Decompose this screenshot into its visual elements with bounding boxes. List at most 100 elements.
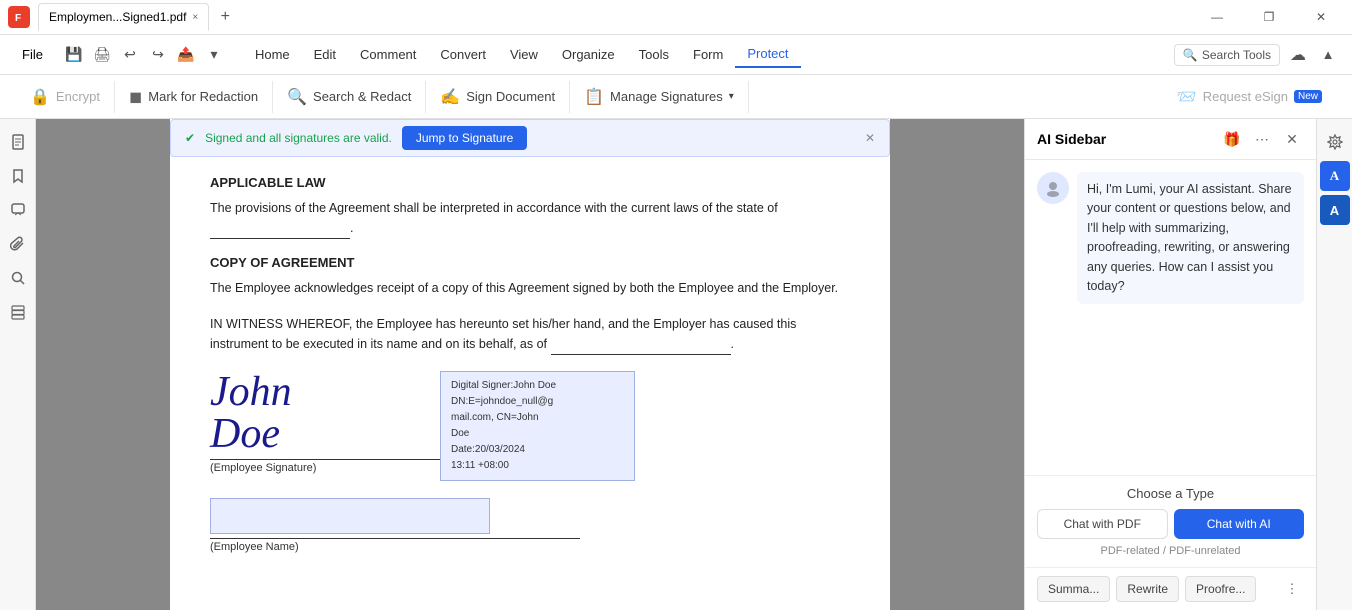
new-badge: New (1294, 90, 1322, 103)
ai-greeting-message: Hi, I'm Lumi, your AI assistant. Share y… (1077, 172, 1304, 304)
menu-form[interactable]: Form (681, 42, 735, 67)
right-panel-settings-icon[interactable] (1320, 127, 1350, 157)
dropdown-arrow-icon: ▾ (729, 91, 734, 102)
ai-type-section: Choose a Type Chat with PDF Chat with AI… (1025, 475, 1316, 567)
right-panel: A A (1316, 119, 1352, 610)
pdf-content: APPLICABLE LAW The provisions of the Agr… (210, 175, 850, 553)
menu-file[interactable]: File (12, 43, 53, 66)
signature-block: JohnDoe Digital Signer:John Doe DN:E=joh… (210, 371, 850, 474)
app-icon: F (8, 6, 30, 28)
tab-close-button[interactable]: × (192, 12, 198, 23)
sidebar-bookmarks-icon[interactable] (3, 161, 33, 191)
svg-text:F: F (15, 13, 21, 24)
summarize-button[interactable]: Summa... (1037, 576, 1110, 602)
search-redact-icon: 🔍 (287, 87, 307, 107)
ai-sidebar-header: AI Sidebar 🎁 ⋯ ✕ (1025, 119, 1316, 160)
redaction-icon: ◼ (129, 87, 142, 107)
save-icon[interactable]: 💾 (61, 42, 87, 68)
sign-document-label: Sign Document (466, 89, 555, 104)
search-tools-button[interactable]: 🔍 Search Tools (1174, 44, 1280, 66)
search-icon: 🔍 (1183, 48, 1198, 62)
ai-message-row: Hi, I'm Lumi, your AI assistant. Share y… (1037, 172, 1304, 304)
window-controls: — ❐ ✕ (1194, 0, 1344, 35)
sig-info-line1: Digital Signer:John Doe (451, 378, 624, 394)
ai-type-buttons: Chat with PDF Chat with AI (1037, 509, 1304, 539)
section2-heading: COPY OF AGREEMENT (210, 255, 850, 270)
pdf-page: ✔ Signed and all signatures are valid. J… (170, 119, 890, 610)
sig-info-line4: Doe (451, 426, 624, 442)
section2-paragraph: The Employee acknowledges receipt of a c… (210, 278, 850, 298)
ai-choose-type-label: Choose a Type (1037, 486, 1304, 501)
main-area: ✔ Signed and all signatures are valid. J… (0, 119, 1352, 610)
close-button[interactable]: ✕ (1298, 0, 1344, 35)
ai-sidebar: AI Sidebar 🎁 ⋯ ✕ Hi, I'm Lumi, your AI a… (1024, 119, 1316, 610)
toolbar-expand-icon[interactable]: ▲ (1316, 43, 1340, 67)
sidebar-pages-icon[interactable] (3, 127, 33, 157)
sign-icon: ✍ (440, 87, 460, 107)
sidebar-search-icon[interactable] (3, 263, 33, 293)
menu-home[interactable]: Home (243, 42, 302, 67)
employee-name-line (210, 538, 580, 539)
manage-signatures-button[interactable]: 📋 Manage Signatures ▾ (570, 81, 749, 113)
menu-convert[interactable]: Convert (428, 42, 498, 67)
search-tools-label: Search Tools (1202, 48, 1271, 62)
menu-protect[interactable]: Protect (735, 41, 800, 68)
sidebar-layers-icon[interactable] (3, 297, 33, 327)
encrypt-label: Encrypt (56, 89, 100, 104)
lock-icon: 🔒 (30, 87, 50, 107)
ai-gift-icon[interactable]: 🎁 (1220, 127, 1244, 151)
signature-banner-close[interactable]: ✕ (865, 131, 875, 145)
search-redact-button[interactable]: 🔍 Search & Redact (273, 81, 426, 113)
menu-tools[interactable]: Tools (627, 42, 681, 67)
share-icon[interactable]: 📤 (173, 42, 199, 68)
sidebar-comments-icon[interactable] (3, 195, 33, 225)
active-tab[interactable]: Employmen...Signed1.pdf × (38, 3, 209, 31)
print-icon[interactable]: 🖨 (89, 42, 115, 68)
search-redact-label: Search & Redact (313, 89, 411, 104)
employee-name-box (210, 498, 490, 534)
tab-area: Employmen...Signed1.pdf × + (38, 3, 1186, 31)
sig-info-line5: Date:20/03/2024 (451, 442, 624, 458)
encrypt-button[interactable]: 🔒 Encrypt (16, 81, 115, 113)
menu-organize[interactable]: Organize (550, 42, 627, 67)
ai-more-icon[interactable]: ⋯ (1250, 127, 1274, 151)
right-panel-ai-icon[interactable]: A (1320, 161, 1350, 191)
esign-icon: 📨 (1177, 87, 1197, 107)
section1-paragraph: The provisions of the Agreement shall be… (210, 198, 850, 239)
jump-to-signature-button[interactable]: Jump to Signature (402, 126, 527, 150)
ai-quick-actions: Summa... Rewrite Proofre... ⋮ (1025, 567, 1316, 610)
menu-comment[interactable]: Comment (348, 42, 428, 67)
chat-with-ai-button[interactable]: Chat with AI (1174, 509, 1305, 539)
proofread-button[interactable]: Proofre... (1185, 576, 1256, 602)
redo-icon[interactable]: ↪ (145, 42, 171, 68)
sig-info-line2: DN:E=johndoe_null@g (451, 394, 624, 410)
cloud-save-icon[interactable]: ☁ (1284, 41, 1312, 69)
ai-body: Hi, I'm Lumi, your AI assistant. Share y… (1025, 160, 1316, 475)
sidebar-attachments-icon[interactable] (3, 229, 33, 259)
right-panel-ms-icon[interactable]: A (1320, 195, 1350, 225)
ai-lumi-avatar (1037, 172, 1069, 204)
restore-button[interactable]: ❐ (1246, 0, 1292, 35)
new-tab-button[interactable]: + (213, 5, 237, 29)
left-sidebar (0, 119, 36, 610)
undo-icon[interactable]: ↩ (117, 42, 143, 68)
section3-paragraph: IN WITNESS WHEREOF, the Employee has her… (210, 314, 850, 355)
ai-close-icon[interactable]: ✕ (1280, 127, 1304, 151)
checkmark-icon: ✔ (185, 131, 195, 145)
blank-field (210, 218, 350, 239)
more-qa-button[interactable]: ⋮ (1280, 577, 1304, 601)
employee-name-label: (Employee Name) (210, 541, 850, 553)
menu-edit[interactable]: Edit (302, 42, 348, 67)
rewrite-button[interactable]: Rewrite (1116, 576, 1179, 602)
mark-redaction-button[interactable]: ◼ Mark for Redaction (115, 81, 273, 113)
ai-sidebar-title: AI Sidebar (1037, 131, 1214, 147)
dropdown-icon[interactable]: ▾ (201, 42, 227, 68)
request-esign-button[interactable]: 📨 Request eSign New (1163, 81, 1336, 113)
minimize-button[interactable]: — (1194, 0, 1240, 35)
signature-banner: ✔ Signed and all signatures are valid. J… (170, 119, 890, 157)
ai-type-description: PDF-related / PDF-unrelated (1037, 545, 1304, 557)
pdf-viewer: ✔ Signed and all signatures are valid. J… (36, 119, 1024, 610)
sign-document-button[interactable]: ✍ Sign Document (426, 81, 570, 113)
menu-view[interactable]: View (498, 42, 550, 67)
chat-with-pdf-button[interactable]: Chat with PDF (1037, 509, 1168, 539)
